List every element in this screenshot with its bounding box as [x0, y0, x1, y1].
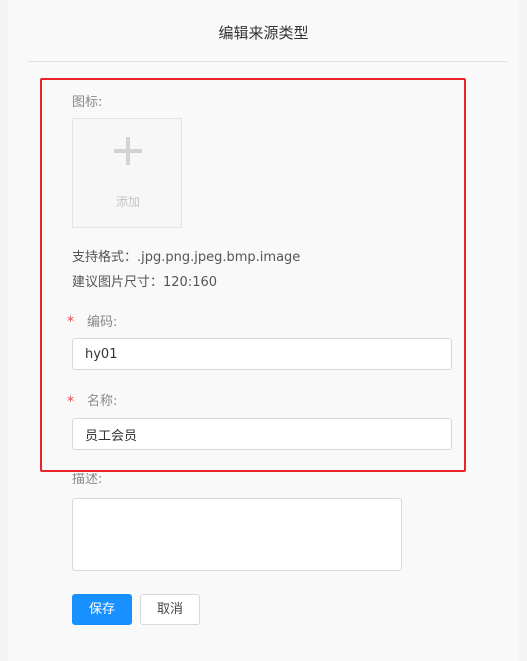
title-divider	[28, 61, 507, 62]
description-textarea[interactable]	[72, 498, 402, 571]
highlight-box	[40, 78, 466, 472]
save-button[interactable]: 保存	[72, 594, 132, 625]
cancel-button[interactable]: 取消	[140, 594, 200, 625]
dialog-title: 编辑来源类型	[218, 24, 309, 42]
